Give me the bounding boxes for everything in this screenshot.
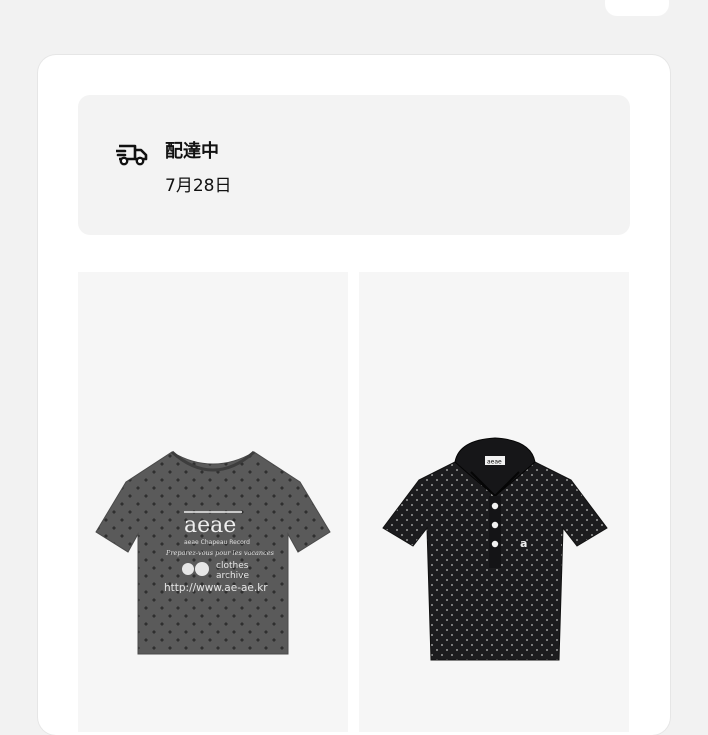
print-logo: aeae (184, 513, 236, 538)
grey-tshirt-image: aeae aeae Chapeau Record Preparez-vous p… (95, 450, 331, 655)
print-clothes: clothes (216, 561, 249, 571)
product-tile-grey-tshirt[interactable]: aeae aeae Chapeau Record Preparez-vous p… (78, 272, 348, 732)
print-line2: Preparez-vous pour les vacances (165, 549, 275, 557)
top-pill-button[interactable] (605, 0, 669, 16)
delivery-truck-icon (116, 144, 148, 166)
black-polo-image: aeae a (382, 437, 608, 661)
print-url: http://www.ae-ae.kr (164, 582, 268, 594)
delivery-status-label: 配達中 (165, 141, 219, 162)
print-line1: aeae Chapeau Record (184, 539, 250, 546)
print-archive: archive (216, 571, 249, 581)
product-tile-black-polo[interactable]: aeae a (359, 272, 629, 732)
delivery-date: 7月28日 (165, 176, 232, 196)
polo-badge: a (520, 537, 527, 550)
delivery-status-box: 配達中 7月28日 (78, 95, 630, 235)
polo-tag: aeae (487, 459, 502, 466)
order-card: 配達中 7月28日 aeae aeae Chapeau Record Prepa… (38, 55, 670, 735)
